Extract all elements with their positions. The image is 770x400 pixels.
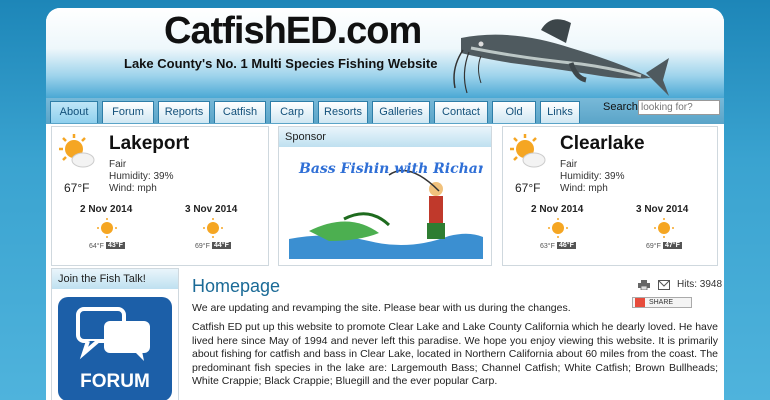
tab-old[interactable]: Old [492, 101, 536, 123]
forecast-high: 43°F [106, 242, 125, 249]
weather-wind: Wind: mph [109, 183, 157, 194]
sponsor-banner-text: Bass Fishin with Richard [298, 161, 483, 177]
tab-reports[interactable]: Reports [158, 101, 210, 123]
fish-talk-box: Join the Fish Talk! FORUM [51, 268, 179, 400]
sponsor-title: Sponsor [279, 127, 491, 147]
forecast-high: 46°F [557, 242, 576, 249]
page-container: CatfishED.com Lake County's No. 1 Multi … [46, 8, 724, 400]
tab-contact[interactable]: Contact [434, 101, 488, 123]
sponsor-banner-image[interactable]: Bass Fishin with Richard [289, 151, 483, 259]
email-icon[interactable] [658, 280, 670, 290]
forecast-low: 63°F [540, 243, 555, 250]
city-name: Lakeport [109, 133, 190, 154]
hits-counter: Hits: 3948 [677, 279, 723, 290]
print-icon[interactable] [638, 280, 650, 290]
site-title[interactable]: CatfishED.com [164, 10, 422, 53]
weather-condition: Fair [109, 159, 127, 170]
forecast-date: 3 Nov 2014 [636, 204, 689, 215]
weather-wind: Wind: mph [560, 183, 608, 194]
forum-button-label: FORUM [80, 371, 150, 392]
sun-icon [203, 218, 223, 238]
share-icon [635, 298, 645, 307]
tab-resorts[interactable]: Resorts [318, 101, 368, 123]
catfish-logo-image [453, 19, 669, 96]
forecast-date: 2 Nov 2014 [531, 204, 584, 215]
tab-catfish[interactable]: Catfish [214, 101, 266, 123]
forecast-date: 3 Nov 2014 [185, 204, 238, 215]
intro-text: We are updating and revamping the site. … [192, 302, 571, 314]
forecast-high: 44°F [212, 242, 231, 249]
current-temperature: 67°F [515, 181, 541, 195]
sponsor-box: Sponsor Bass Fishin with Richard [278, 126, 492, 266]
forecast-low: 64°F [89, 243, 104, 250]
site-tagline: Lake County's No. 1 Multi Species Fishin… [124, 56, 438, 71]
sun-cloud-icon [510, 134, 546, 168]
city-name: Clearlake [560, 133, 645, 154]
chat-bubbles-icon [76, 307, 150, 361]
forecast-high: 47°F [663, 242, 682, 249]
tab-carp[interactable]: Carp [270, 101, 314, 123]
weather-condition: Fair [560, 159, 578, 170]
tab-galleries[interactable]: Galleries [372, 101, 430, 123]
tab-links[interactable]: Links [540, 101, 580, 123]
tab-forum[interactable]: Forum [102, 101, 154, 123]
forecast-low: 69°F [195, 243, 210, 250]
forecast-low: 69°F [646, 243, 661, 250]
forum-button[interactable]: FORUM [58, 297, 172, 400]
forecast-date: 2 Nov 2014 [80, 204, 133, 215]
sun-icon [548, 218, 568, 238]
weather-humidity: Humidity: 39% [109, 171, 174, 182]
current-temperature: 67°F [64, 181, 90, 195]
weather-widget-lakeport: Lakeport Fair Humidity: 39% Wind: mph 67… [51, 126, 269, 266]
body-text: Catfish ED put up this website to promot… [192, 321, 718, 387]
weather-humidity: Humidity: 39% [560, 171, 625, 182]
fish-talk-title: Join the Fish Talk! [52, 269, 178, 289]
site-header: CatfishED.com Lake County's No. 1 Multi … [46, 8, 724, 98]
sun-icon [97, 218, 117, 238]
sun-icon [654, 218, 674, 238]
share-label: SHARE [648, 299, 674, 306]
sun-cloud-icon [59, 134, 95, 168]
search-input[interactable] [638, 100, 720, 115]
page-title: Homepage [192, 276, 281, 296]
tab-about[interactable]: About [50, 101, 98, 123]
search-label: Search [603, 101, 638, 113]
share-button[interactable]: SHARE [632, 297, 692, 308]
weather-widget-clearlake: Clearlake Fair Humidity: 39% Wind: mph 6… [502, 126, 718, 266]
